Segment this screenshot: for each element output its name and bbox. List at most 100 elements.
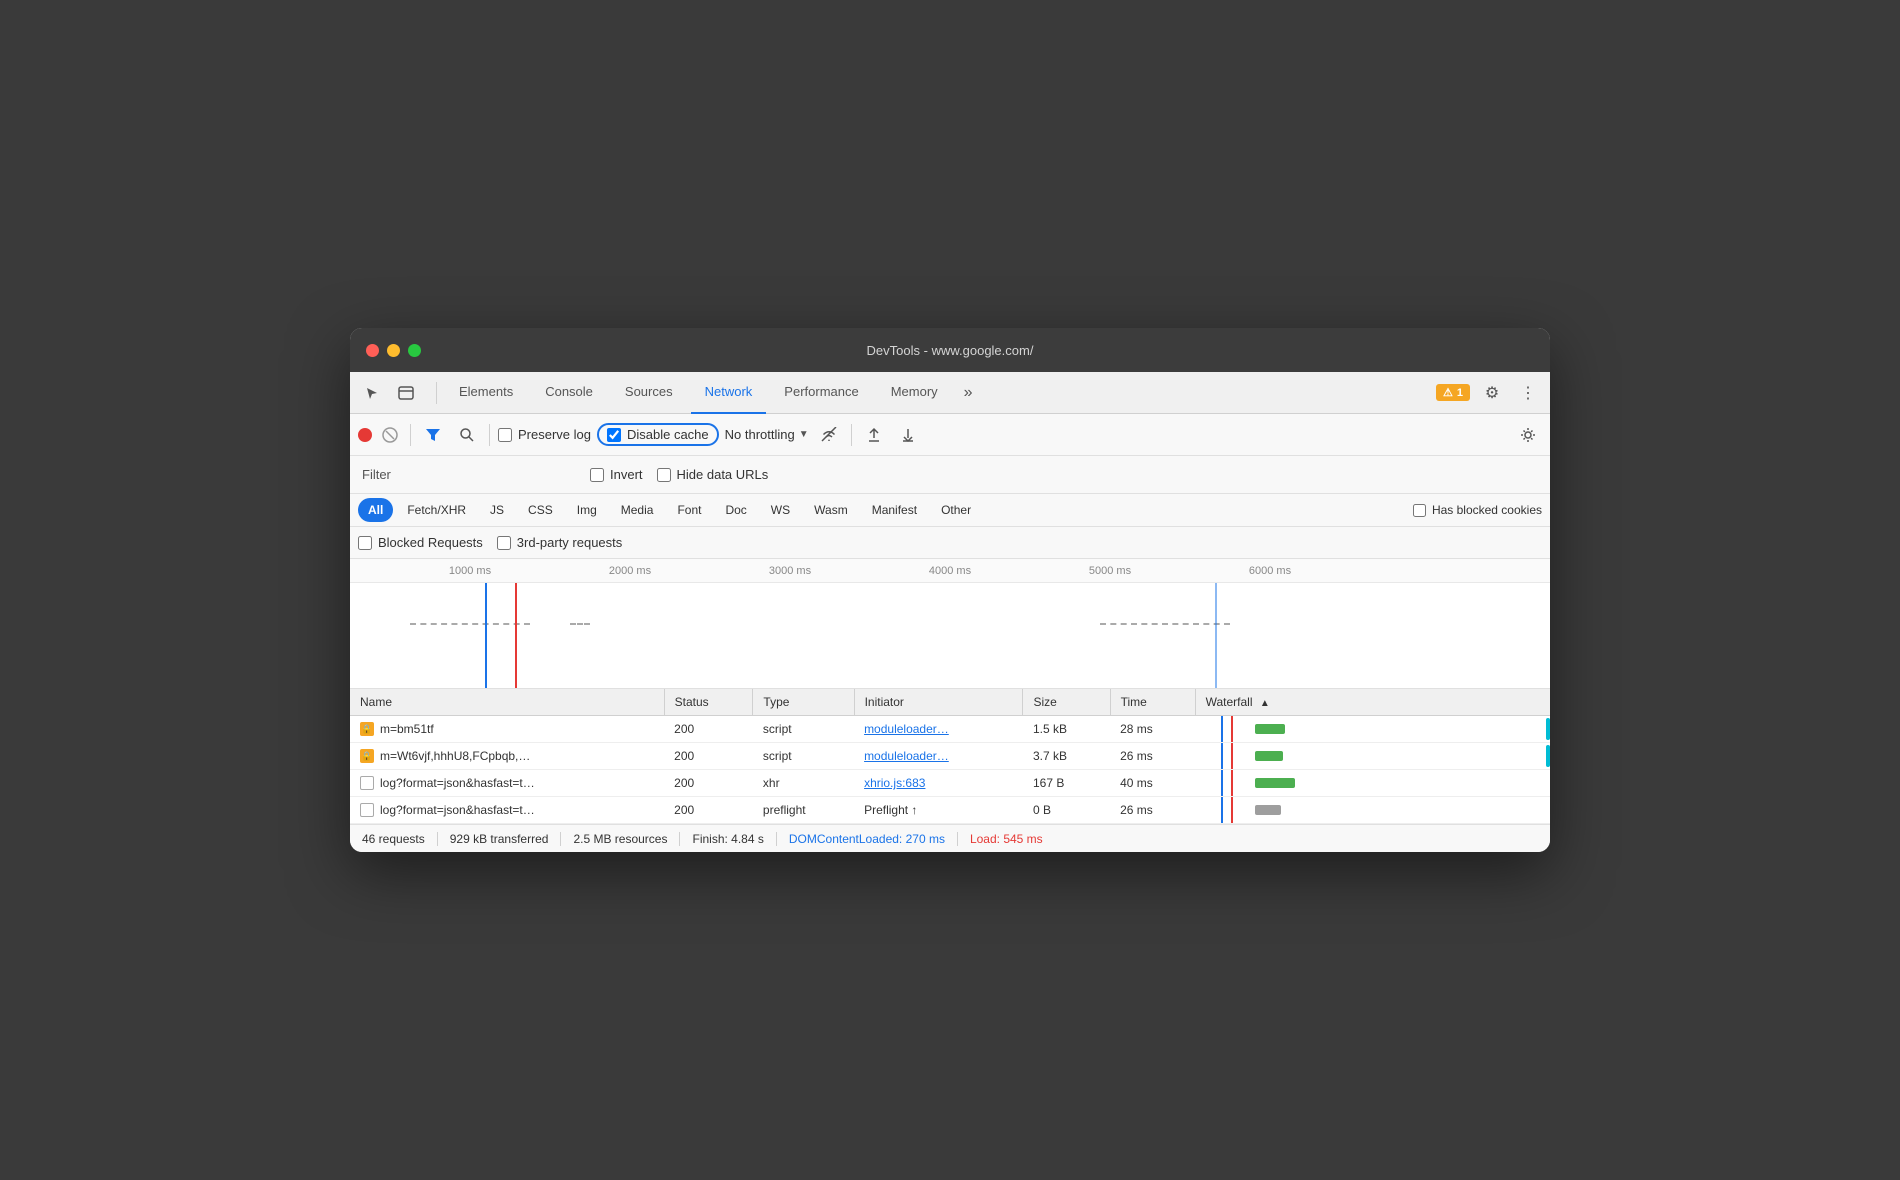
cell-initiator-3: Preflight ↑ xyxy=(854,797,1023,824)
tab-sources[interactable]: Sources xyxy=(611,372,687,414)
tab-memory[interactable]: Memory xyxy=(877,372,952,414)
requests-table: Name Status Type Initiator Size xyxy=(350,689,1550,824)
cell-name-3: log?format=json&hasfast=t… xyxy=(350,797,664,824)
blocked-bar: Blocked Requests 3rd-party requests xyxy=(350,527,1550,559)
maximize-button[interactable] xyxy=(408,344,421,357)
stop-button[interactable] xyxy=(378,423,402,447)
col-waterfall[interactable]: Waterfall ▲ xyxy=(1195,689,1550,716)
table-header-row: Name Status Type Initiator Size xyxy=(350,689,1550,716)
preserve-log-input[interactable] xyxy=(498,428,512,442)
type-btn-js[interactable]: JS xyxy=(480,498,514,522)
type-btn-font[interactable]: Font xyxy=(667,498,711,522)
invert-checkbox[interactable]: Invert xyxy=(590,467,643,482)
cell-size-3: 0 B xyxy=(1023,797,1110,824)
table-row[interactable]: log?format=json&hasfast=t… 200 preflight… xyxy=(350,797,1550,824)
waterfall-bar-2 xyxy=(1255,778,1295,788)
type-btn-ws[interactable]: WS xyxy=(761,498,800,522)
close-button[interactable] xyxy=(366,344,379,357)
type-btn-css[interactable]: CSS xyxy=(518,498,563,522)
filter-bar: Filter Invert Hide data URLs xyxy=(350,456,1550,494)
table-row[interactable]: log?format=json&hasfast=t… 200 xhr xhrio… xyxy=(350,770,1550,797)
tick-6000ms: 6000 ms xyxy=(1249,565,1291,577)
blocked-requests-checkbox[interactable]: Blocked Requests xyxy=(358,535,483,550)
record-button[interactable] xyxy=(358,428,372,442)
cell-type-3: preflight xyxy=(753,797,854,824)
cell-initiator-0: moduleloader… xyxy=(854,716,1023,743)
type-btn-wasm[interactable]: Wasm xyxy=(804,498,858,522)
timeline-chart xyxy=(350,583,1550,689)
waterfall-blue-line-1 xyxy=(1221,743,1223,769)
network-toolbar: Preserve log Disable cache No throttling… xyxy=(350,414,1550,456)
type-btn-all[interactable]: All xyxy=(358,498,393,522)
type-btn-img[interactable]: Img xyxy=(567,498,607,522)
filter-icon[interactable] xyxy=(419,421,447,449)
cell-type-0: script xyxy=(753,716,854,743)
cursor-icon[interactable] xyxy=(358,379,386,407)
cell-initiator-1: moduleloader… xyxy=(854,743,1023,770)
hide-data-urls-input[interactable] xyxy=(657,468,671,482)
window-title: DevTools - www.google.com/ xyxy=(867,343,1034,358)
third-party-checkbox[interactable]: 3rd-party requests xyxy=(497,535,623,550)
search-icon[interactable] xyxy=(453,421,481,449)
col-size[interactable]: Size xyxy=(1023,689,1110,716)
blocked-requests-input[interactable] xyxy=(358,536,372,550)
type-btn-other[interactable]: Other xyxy=(931,498,981,522)
type-btn-doc[interactable]: Doc xyxy=(715,498,756,522)
disable-cache-input[interactable] xyxy=(607,428,621,442)
dashed-line-1 xyxy=(410,623,530,625)
more-options-icon[interactable]: ⋮ xyxy=(1514,379,1542,407)
table-row[interactable]: 🔒 m=bm51tf 200 script moduleloader… 1.5 … xyxy=(350,716,1550,743)
devtools-window: DevTools - www.google.com/ Elements Cons… xyxy=(350,328,1550,852)
preserve-log-checkbox[interactable]: Preserve log xyxy=(498,427,591,442)
more-tabs-button[interactable]: » xyxy=(956,384,981,402)
cell-name-0: 🔒 m=bm51tf xyxy=(350,716,664,743)
resources-size: 2.5 MB resources xyxy=(561,832,680,846)
download-icon[interactable] xyxy=(894,421,922,449)
type-btn-fetch-xhr[interactable]: Fetch/XHR xyxy=(397,498,476,522)
tick-5000ms: 5000 ms xyxy=(1089,565,1131,577)
cell-size-1: 3.7 kB xyxy=(1023,743,1110,770)
cell-time-1: 26 ms xyxy=(1110,743,1195,770)
tab-right-actions: ⚠ 1 ⚙ ⋮ xyxy=(1436,379,1542,407)
invert-input[interactable] xyxy=(590,468,604,482)
finish-line xyxy=(1215,583,1217,689)
network-settings-icon[interactable] xyxy=(1514,421,1542,449)
throttle-select[interactable]: No throttling ▼ xyxy=(725,427,809,442)
type-btn-manifest[interactable]: Manifest xyxy=(862,498,927,522)
toolbar-divider-2 xyxy=(489,424,490,446)
has-blocked-cookies-checkbox[interactable]: Has blocked cookies xyxy=(1413,503,1542,517)
toolbar-divider-1 xyxy=(410,424,411,446)
third-party-input[interactable] xyxy=(497,536,511,550)
cell-time-2: 40 ms xyxy=(1110,770,1195,797)
cell-type-1: script xyxy=(753,743,854,770)
tab-performance[interactable]: Performance xyxy=(770,372,872,414)
filter-input-wrap: Filter xyxy=(362,467,562,482)
tab-console[interactable]: Console xyxy=(531,372,607,414)
col-status[interactable]: Status xyxy=(664,689,753,716)
dock-icon[interactable] xyxy=(392,379,420,407)
tab-network[interactable]: Network xyxy=(691,372,767,414)
minimize-button[interactable] xyxy=(387,344,400,357)
dom-content-loaded: DOMContentLoaded: 270 ms xyxy=(777,832,958,846)
col-initiator[interactable]: Initiator xyxy=(854,689,1023,716)
type-btn-media[interactable]: Media xyxy=(611,498,664,522)
col-name[interactable]: Name xyxy=(350,689,664,716)
upload-icon[interactable] xyxy=(860,421,888,449)
disable-cache-wrapper: Disable cache xyxy=(597,423,719,446)
cell-waterfall-2 xyxy=(1195,770,1550,797)
has-blocked-cookies-input[interactable] xyxy=(1413,504,1426,517)
cell-status-3: 200 xyxy=(664,797,753,824)
warning-badge[interactable]: ⚠ 1 xyxy=(1436,384,1470,401)
resource-icon-lock: 🔒 xyxy=(360,722,374,736)
disable-cache-checkbox[interactable]: Disable cache xyxy=(607,427,709,442)
cell-size-0: 1.5 kB xyxy=(1023,716,1110,743)
table-row[interactable]: 🔒 m=Wt6vjf,hhhU8,FCpbqb,… 200 script mod… xyxy=(350,743,1550,770)
tab-elements[interactable]: Elements xyxy=(445,372,527,414)
settings-icon[interactable]: ⚙ xyxy=(1478,379,1506,407)
hide-data-urls-checkbox[interactable]: Hide data URLs xyxy=(657,467,769,482)
filter-checkboxes: Invert Hide data URLs xyxy=(590,467,768,482)
tick-4000ms: 4000 ms xyxy=(929,565,971,577)
col-type[interactable]: Type xyxy=(753,689,854,716)
wifi-icon[interactable] xyxy=(815,421,843,449)
col-time[interactable]: Time xyxy=(1110,689,1195,716)
